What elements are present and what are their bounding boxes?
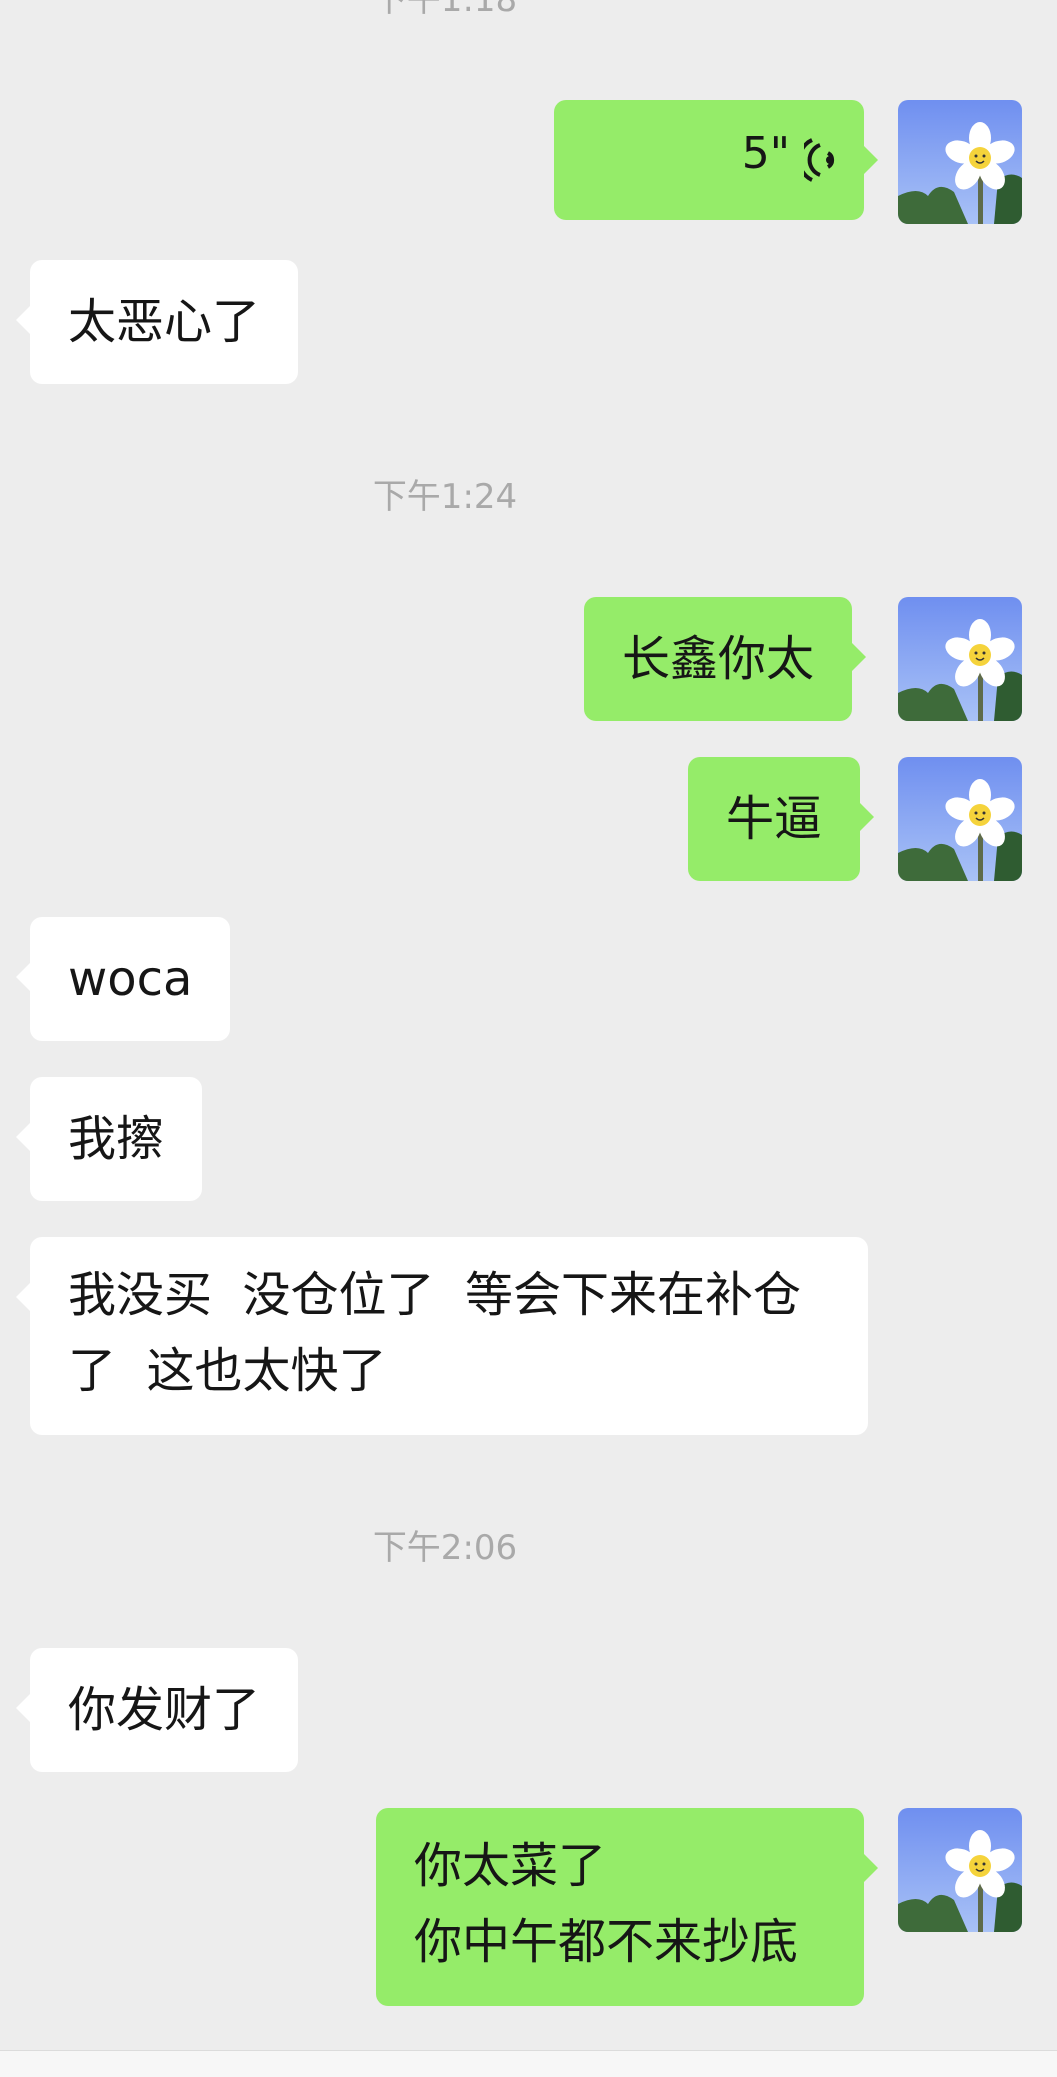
message-text-line-1: 我没买 没仓位了 等会下来在补仓	[68, 1267, 802, 1323]
message-text-line-2: 你中午都不来抄底	[414, 1914, 799, 1970]
avatar-self[interactable]	[898, 1808, 1022, 1932]
message-text: 我擦	[68, 1111, 165, 1167]
timestamp-top: 下午1:18	[372, 0, 518, 20]
message-outgoing-2[interactable]: 长鑫你太	[584, 597, 867, 721]
flower-avatar-icon	[898, 100, 1022, 224]
message-outgoing-3[interactable]: 牛逼	[688, 757, 875, 881]
flower-avatar-icon	[898, 1808, 1022, 1932]
bottom-bar	[0, 2050, 1057, 2077]
voice-message-bubble[interactable]: 5"	[554, 100, 878, 220]
message-incoming-4[interactable]: woca	[15, 917, 231, 1041]
message-text: woca	[68, 951, 193, 1007]
flower-avatar-icon	[898, 757, 1022, 881]
message-incoming-1[interactable]: 太恶心了	[15, 260, 299, 384]
avatar-self[interactable]	[898, 597, 1022, 721]
voice-wave-icon	[797, 130, 838, 206]
timestamp-1: 下午1:24	[372, 477, 518, 517]
flower-avatar-icon	[898, 597, 1022, 721]
message-incoming-5[interactable]: 我擦	[15, 1077, 203, 1201]
message-incoming-6[interactable]: 我没买 没仓位了 等会下来在补仓 了 这也太快了	[16, 1237, 868, 1435]
avatar-self[interactable]	[898, 100, 1022, 224]
message-text-line-2: 了 这也太快了	[68, 1343, 387, 1399]
message-text: 你发财了	[68, 1682, 261, 1738]
message-text-line-1: 你太菜了	[414, 1838, 607, 1894]
timestamp-2: 下午2:06	[372, 1528, 518, 1568]
message-text: 太恶心了	[68, 294, 261, 350]
message-text: 长鑫你太	[622, 631, 815, 687]
message-outgoing-8[interactable]: 你太菜了 你中午都不来抄底	[376, 1808, 878, 2006]
avatar-self[interactable]	[898, 757, 1022, 881]
voice-duration: 5"	[741, 128, 790, 179]
message-text: 牛逼	[726, 791, 823, 847]
message-incoming-7[interactable]: 你发财了	[15, 1648, 299, 1772]
